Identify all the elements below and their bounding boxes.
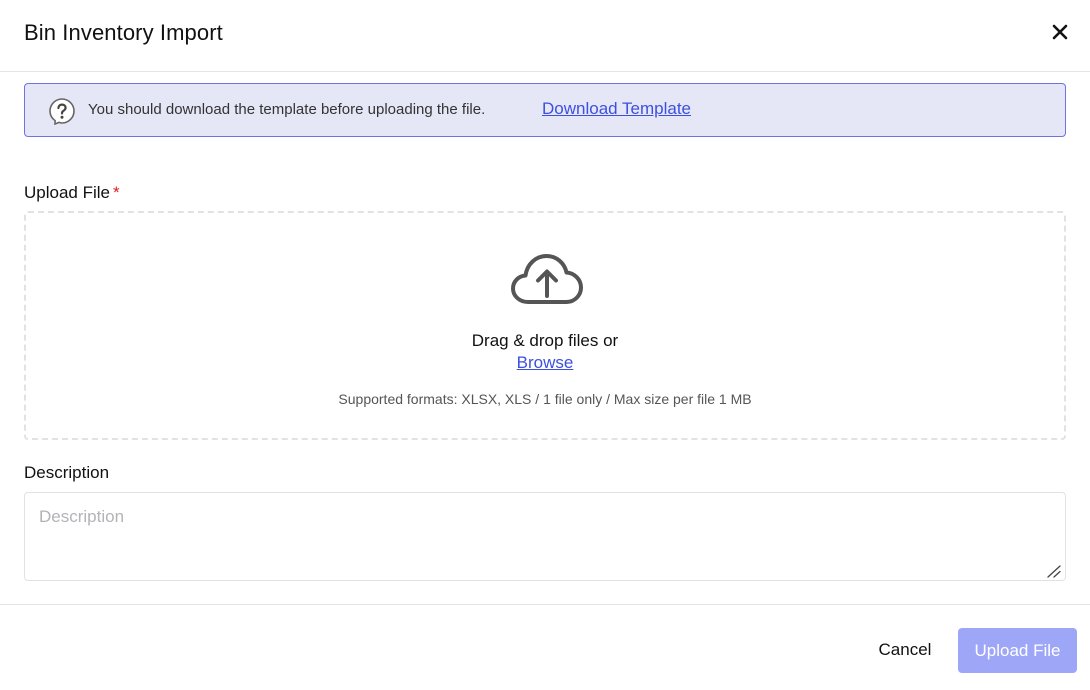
upload-file-label: Upload File * <box>24 183 120 203</box>
upload-file-button[interactable]: Upload File <box>958 628 1077 673</box>
question-help-icon <box>49 98 75 125</box>
dialog-title: Bin Inventory Import <box>24 20 223 45</box>
dialog-header: Bin Inventory Import <box>0 0 1090 72</box>
drag-drop-text: Drag & drop files or <box>471 331 619 350</box>
download-template-link[interactable]: Download Template <box>542 99 691 119</box>
supported-formats-text: Supported formats: XLSX, XLS / 1 file on… <box>338 391 752 407</box>
close-button[interactable] <box>1046 18 1074 46</box>
close-icon <box>1052 24 1068 40</box>
cancel-button[interactable]: Cancel <box>862 628 948 672</box>
description-label: Description <box>24 463 110 482</box>
description-field[interactable] <box>24 492 1066 581</box>
required-marker: * <box>113 183 120 202</box>
browse-link-row: Browse <box>26 353 1064 373</box>
template-notice: You should download the template before … <box>24 83 1066 137</box>
upload-file-label-text: Upload File <box>24 183 110 202</box>
cloud-upload-icon <box>511 254 583 304</box>
browse-link[interactable]: Browse <box>517 353 574 372</box>
import-dialog: Bin Inventory Import You should download… <box>0 0 1090 690</box>
notice-text: You should download the template before … <box>88 101 486 118</box>
file-dropzone[interactable]: Drag & drop files or Browse Supported fo… <box>24 211 1066 440</box>
footer-divider <box>0 604 1090 605</box>
resize-handle-icon[interactable] <box>1046 564 1062 578</box>
